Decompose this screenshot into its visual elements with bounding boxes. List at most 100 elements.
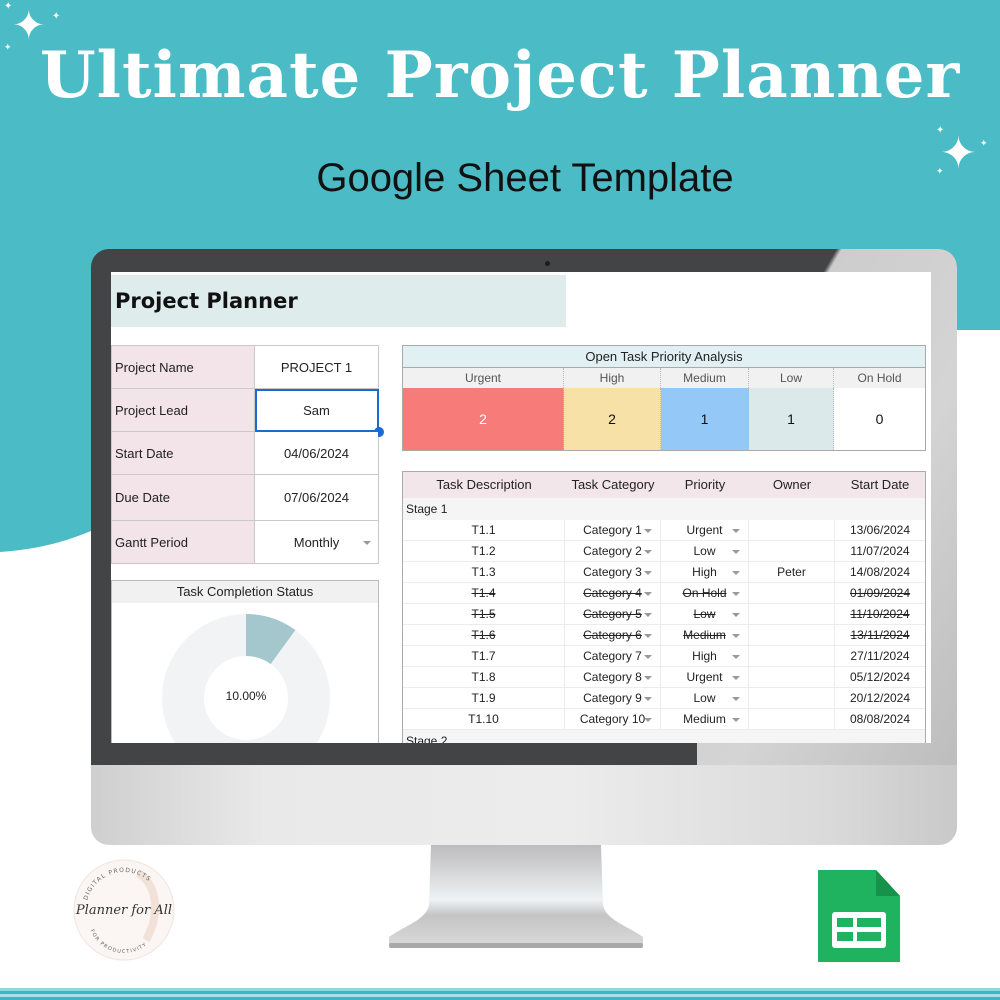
task-category-dropdown[interactable]: Category 6 (565, 625, 661, 645)
dropdown-arrow-icon[interactable] (644, 718, 652, 722)
task-description: T1.1 (471, 523, 496, 537)
owner-cell[interactable] (749, 625, 835, 645)
project-name-label: Project Name (111, 345, 255, 389)
owner-cell[interactable] (749, 583, 835, 603)
owner-cell[interactable] (749, 688, 835, 708)
dropdown-arrow-icon[interactable] (732, 529, 740, 533)
start-date-cell[interactable]: 13/11/2024 (835, 625, 925, 645)
task-priority: Urgent (686, 670, 723, 684)
task-row: T1.7 Category 7 High 27/11/2024 (403, 646, 925, 667)
header-task-category: Task Category (571, 477, 655, 492)
dropdown-arrow-icon[interactable] (732, 655, 740, 659)
task-description-cell[interactable]: T1.1 (403, 520, 565, 540)
banner-subtitle: Google Sheet Template (316, 156, 734, 200)
task-description-cell[interactable]: T1.7 (403, 646, 565, 666)
gantt-period-value: Monthly (293, 534, 340, 550)
task-description-cell[interactable]: T1.5 (403, 604, 565, 624)
dropdown-arrow-icon[interactable] (732, 634, 740, 638)
priority-dropdown[interactable]: High (661, 562, 749, 582)
start-date-cell[interactable]: 04/06/2024 (254, 431, 379, 475)
priority-dropdown[interactable]: Medium (661, 709, 749, 729)
project-lead-cell[interactable]: Sam (254, 388, 384, 437)
dropdown-arrow-icon[interactable] (732, 613, 740, 617)
dropdown-arrow-icon[interactable] (644, 676, 652, 680)
dropdown-arrow-icon[interactable] (732, 697, 740, 701)
start-date-cell[interactable]: 27/11/2024 (835, 646, 925, 666)
priority-dropdown[interactable]: Low (661, 541, 749, 561)
owner-cell[interactable] (749, 646, 835, 666)
task-description: T1.2 (471, 544, 496, 558)
start-date-cell[interactable]: 13/06/2024 (835, 520, 925, 540)
dropdown-arrow-icon[interactable] (644, 697, 652, 701)
priority-dropdown[interactable]: On Hold (661, 583, 749, 603)
owner-cell[interactable] (749, 667, 835, 687)
priority-dropdown[interactable]: Urgent (661, 520, 749, 540)
task-category-dropdown[interactable]: Category 3 (565, 562, 661, 582)
dropdown-arrow-icon[interactable] (644, 550, 652, 554)
task-description-cell[interactable]: T1.3 (403, 562, 565, 582)
sparkle-icon: ✦ (4, 1, 13, 12)
task-category: Category 1 (583, 523, 642, 537)
task-description-cell[interactable]: T1.2 (403, 541, 565, 561)
owner-cell[interactable] (749, 520, 835, 540)
project-name-cell[interactable]: PROJECT 1 (254, 345, 379, 389)
dropdown-arrow-icon[interactable] (732, 550, 740, 554)
dropdown-arrow-icon[interactable] (644, 613, 652, 617)
task-row: T1.8 Category 8 Urgent 05/12/2024 (403, 667, 925, 688)
task-description-cell[interactable]: T1.8 (403, 667, 565, 687)
start-date-cell[interactable]: 14/08/2024 (835, 562, 925, 582)
task-priority: Low (693, 607, 716, 621)
dropdown-arrow-icon[interactable] (732, 592, 740, 596)
banner-title: Ultimate Project Planner (39, 38, 961, 113)
task-completion-chart: Task Completion Status 10.00% (111, 580, 379, 743)
task-description-cell[interactable]: T1.9 (403, 688, 565, 708)
monitor-chin (91, 765, 957, 845)
task-category-dropdown[interactable]: Category 7 (565, 646, 661, 666)
task-description-cell[interactable]: T1.4 (403, 583, 565, 603)
owner-cell[interactable]: Peter (749, 562, 835, 582)
dropdown-arrow-icon[interactable] (732, 676, 740, 680)
task-category-dropdown[interactable]: Category 8 (565, 667, 661, 687)
start-date-cell[interactable]: 05/12/2024 (835, 667, 925, 687)
dropdown-arrow-icon[interactable] (644, 592, 652, 596)
priority-low-header: Low (749, 368, 834, 388)
task-category-dropdown[interactable]: Category 10 (565, 709, 661, 729)
task-category-dropdown[interactable]: Category 1 (565, 520, 661, 540)
task-category: Category 7 (583, 649, 642, 663)
due-date-cell[interactable]: 07/06/2024 (254, 474, 379, 521)
priority-dropdown[interactable]: Low (661, 688, 749, 708)
priority-dropdown[interactable]: Urgent (661, 667, 749, 687)
task-row: T1.9 Category 9 Low 20/12/2024 (403, 688, 925, 709)
gantt-period-dropdown[interactable]: Monthly (254, 520, 379, 564)
owner-cell[interactable] (749, 709, 835, 729)
sparkle-icon: ✦ (52, 11, 61, 22)
start-date-cell[interactable]: 01/09/2024 (835, 583, 925, 603)
dropdown-arrow-icon[interactable] (644, 571, 652, 575)
dropdown-arrow-icon[interactable] (644, 529, 652, 533)
start-date-cell[interactable]: 11/07/2024 (835, 541, 925, 561)
dropdown-arrow-icon[interactable] (644, 655, 652, 659)
dropdown-arrow-icon[interactable] (644, 634, 652, 638)
priority-dropdown[interactable]: Low (661, 604, 749, 624)
task-priority: Urgent (686, 523, 723, 537)
start-date-cell[interactable]: 08/08/2024 (835, 709, 925, 729)
task-category-dropdown[interactable]: Category 9 (565, 688, 661, 708)
task-description: T1.8 (471, 670, 496, 684)
owner-cell[interactable] (749, 541, 835, 561)
task-category: Category 2 (583, 544, 642, 558)
dropdown-arrow-icon[interactable] (732, 571, 740, 575)
sparkle-icon: ✦ (936, 125, 945, 136)
dropdown-arrow-icon[interactable] (363, 541, 371, 545)
start-date-cell[interactable]: 20/12/2024 (835, 688, 925, 708)
task-category-dropdown[interactable]: Category 2 (565, 541, 661, 561)
task-description-cell[interactable]: T1.6 (403, 625, 565, 645)
dropdown-arrow-icon[interactable] (732, 718, 740, 722)
task-description-cell[interactable]: T1.10 (403, 709, 565, 729)
task-category-dropdown[interactable]: Category 4 (565, 583, 661, 603)
priority-medium-count: 1 (661, 388, 749, 450)
priority-dropdown[interactable]: Medium (661, 625, 749, 645)
priority-dropdown[interactable]: High (661, 646, 749, 666)
owner-cell[interactable] (749, 604, 835, 624)
start-date-cell[interactable]: 11/10/2024 (835, 604, 925, 624)
task-category-dropdown[interactable]: Category 5 (565, 604, 661, 624)
